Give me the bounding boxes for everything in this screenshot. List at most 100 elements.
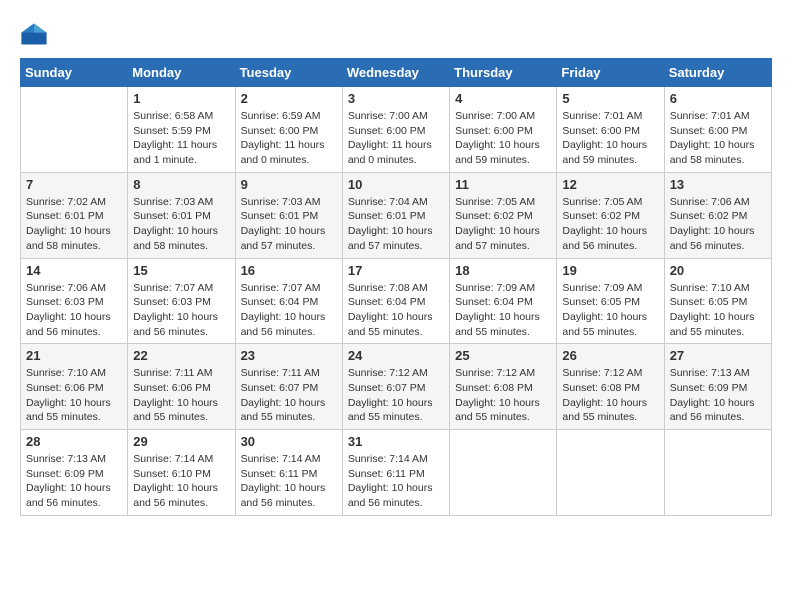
calendar-cell: 10 Sunrise: 7:04 AM Sunset: 6:01 PM Dayli… — [342, 172, 449, 258]
calendar-cell: 3Sunrise: 7:00 AM Sunset: 6:00 PM Daylig… — [342, 87, 449, 173]
day-number: 22 — [133, 348, 229, 363]
day-info: Sunrise: 7:09 AM Sunset: 6:05 PM Dayligh… — [562, 281, 658, 340]
day-info: Sunrise: 7:13 AM Sunset: 6:09 PM Dayligh… — [26, 452, 122, 511]
day-info: Sunrise: 7:13 AM Sunset: 6:09 PM Dayligh… — [670, 366, 766, 425]
calendar-week: 14 Sunrise: 7:06 AM Sunset: 6:03 PM Dayli… — [21, 258, 772, 344]
day-number: 5 — [562, 91, 658, 106]
calendar-cell: 6Sunrise: 7:01 AM Sunset: 6:00 PM Daylig… — [664, 87, 771, 173]
day-number: 30 — [241, 434, 337, 449]
calendar-cell — [450, 430, 557, 516]
calendar-body: 1 Sunrise: 6:58 AM Sunset: 5:59 PM Daylig… — [21, 87, 772, 516]
day-info: Sunrise: 6:59 AM Sunset: 6:00 PM Dayligh… — [241, 109, 337, 168]
calendar-cell: 20 Sunrise: 7:10 AM Sunset: 6:05 PM Dayli… — [664, 258, 771, 344]
day-info: Sunrise: 6:58 AM Sunset: 5:59 PM Dayligh… — [133, 109, 229, 168]
day-number: 2 — [241, 91, 337, 106]
day-info: Sunrise: 7:11 AM Sunset: 6:06 PM Dayligh… — [133, 366, 229, 425]
day-info: Sunrise: 7:12 AM Sunset: 6:07 PM Dayligh… — [348, 366, 444, 425]
calendar-cell — [557, 430, 664, 516]
day-number: 10 — [348, 177, 444, 192]
day-info: Sunrise: 7:04 AM Sunset: 6:01 PM Dayligh… — [348, 195, 444, 254]
calendar-cell: 23 Sunrise: 7:11 AM Sunset: 6:07 PM Dayli… — [235, 344, 342, 430]
day-number: 29 — [133, 434, 229, 449]
day-info: Sunrise: 7:07 AM Sunset: 6:04 PM Dayligh… — [241, 281, 337, 340]
calendar: SundayMondayTuesdayWednesdayThursdayFrid… — [20, 58, 772, 516]
weekday-header: Tuesday — [235, 59, 342, 87]
logo-icon — [20, 20, 48, 48]
calendar-cell: 18 Sunrise: 7:09 AM Sunset: 6:04 PM Dayli… — [450, 258, 557, 344]
day-info: Sunrise: 7:06 AM Sunset: 6:03 PM Dayligh… — [26, 281, 122, 340]
calendar-cell — [21, 87, 128, 173]
day-info: Sunrise: 7:14 AM Sunset: 6:10 PM Dayligh… — [133, 452, 229, 511]
day-info: Sunrise: 7:05 AM Sunset: 6:02 PM Dayligh… — [562, 195, 658, 254]
day-number: 19 — [562, 263, 658, 278]
calendar-cell: 27 Sunrise: 7:13 AM Sunset: 6:09 PM Dayli… — [664, 344, 771, 430]
logo — [20, 20, 52, 48]
day-number: 14 — [26, 263, 122, 278]
calendar-cell: 14 Sunrise: 7:06 AM Sunset: 6:03 PM Dayli… — [21, 258, 128, 344]
calendar-cell: 5 Sunrise: 7:01 AM Sunset: 6:00 PM Daylig… — [557, 87, 664, 173]
weekday-header: Saturday — [664, 59, 771, 87]
day-number: 18 — [455, 263, 551, 278]
calendar-cell: 22 Sunrise: 7:11 AM Sunset: 6:06 PM Dayli… — [128, 344, 235, 430]
day-number: 3 — [348, 91, 444, 106]
day-number: 1 — [133, 91, 229, 106]
calendar-week: 21Sunrise: 7:10 AM Sunset: 6:06 PM Dayli… — [21, 344, 772, 430]
day-info: Sunrise: 7:11 AM Sunset: 6:07 PM Dayligh… — [241, 366, 337, 425]
day-number: 26 — [562, 348, 658, 363]
page-header — [20, 20, 772, 48]
day-number: 25 — [455, 348, 551, 363]
day-number: 23 — [241, 348, 337, 363]
day-number: 20 — [670, 263, 766, 278]
day-number: 12 — [562, 177, 658, 192]
calendar-week: 7Sunrise: 7:02 AM Sunset: 6:01 PM Daylig… — [21, 172, 772, 258]
calendar-cell: 17 Sunrise: 7:08 AM Sunset: 6:04 PM Dayli… — [342, 258, 449, 344]
day-number: 9 — [241, 177, 337, 192]
calendar-cell: 24 Sunrise: 7:12 AM Sunset: 6:07 PM Dayli… — [342, 344, 449, 430]
day-info: Sunrise: 7:08 AM Sunset: 6:04 PM Dayligh… — [348, 281, 444, 340]
day-info: Sunrise: 7:06 AM Sunset: 6:02 PM Dayligh… — [670, 195, 766, 254]
day-number: 8 — [133, 177, 229, 192]
day-number: 31 — [348, 434, 444, 449]
day-info: Sunrise: 7:10 AM Sunset: 6:05 PM Dayligh… — [670, 281, 766, 340]
day-number: 11 — [455, 177, 551, 192]
day-number: 16 — [241, 263, 337, 278]
day-number: 13 — [670, 177, 766, 192]
day-number: 21 — [26, 348, 122, 363]
day-number: 27 — [670, 348, 766, 363]
day-info: Sunrise: 7:09 AM Sunset: 6:04 PM Dayligh… — [455, 281, 551, 340]
day-number: 24 — [348, 348, 444, 363]
calendar-cell — [664, 430, 771, 516]
day-info: Sunrise: 7:12 AM Sunset: 6:08 PM Dayligh… — [562, 366, 658, 425]
calendar-cell: 25 Sunrise: 7:12 AM Sunset: 6:08 PM Dayli… — [450, 344, 557, 430]
day-number: 15 — [133, 263, 229, 278]
calendar-cell: 31 Sunrise: 7:14 AM Sunset: 6:11 PM Dayli… — [342, 430, 449, 516]
day-info: Sunrise: 7:02 AM Sunset: 6:01 PM Dayligh… — [26, 195, 122, 254]
day-number: 28 — [26, 434, 122, 449]
day-info: Sunrise: 7:07 AM Sunset: 6:03 PM Dayligh… — [133, 281, 229, 340]
calendar-cell: 30 Sunrise: 7:14 AM Sunset: 6:11 PM Dayli… — [235, 430, 342, 516]
calendar-cell: 7Sunrise: 7:02 AM Sunset: 6:01 PM Daylig… — [21, 172, 128, 258]
weekday-header: Wednesday — [342, 59, 449, 87]
calendar-cell: 28 Sunrise: 7:13 AM Sunset: 6:09 PM Dayli… — [21, 430, 128, 516]
day-info: Sunrise: 7:01 AM Sunset: 6:00 PM Dayligh… — [670, 109, 766, 168]
calendar-cell: 4 Sunrise: 7:00 AM Sunset: 6:00 PM Daylig… — [450, 87, 557, 173]
day-info: Sunrise: 7:14 AM Sunset: 6:11 PM Dayligh… — [241, 452, 337, 511]
day-info: Sunrise: 7:05 AM Sunset: 6:02 PM Dayligh… — [455, 195, 551, 254]
day-number: 4 — [455, 91, 551, 106]
calendar-cell: 19 Sunrise: 7:09 AM Sunset: 6:05 PM Dayli… — [557, 258, 664, 344]
day-number: 17 — [348, 263, 444, 278]
day-info: Sunrise: 7:01 AM Sunset: 6:00 PM Dayligh… — [562, 109, 658, 168]
weekday-header: Friday — [557, 59, 664, 87]
calendar-week: 1 Sunrise: 6:58 AM Sunset: 5:59 PM Daylig… — [21, 87, 772, 173]
calendar-cell: 16 Sunrise: 7:07 AM Sunset: 6:04 PM Dayli… — [235, 258, 342, 344]
calendar-cell: 2 Sunrise: 6:59 AM Sunset: 6:00 PM Daylig… — [235, 87, 342, 173]
day-info: Sunrise: 7:12 AM Sunset: 6:08 PM Dayligh… — [455, 366, 551, 425]
calendar-cell: 8 Sunrise: 7:03 AM Sunset: 6:01 PM Daylig… — [128, 172, 235, 258]
day-info: Sunrise: 7:03 AM Sunset: 6:01 PM Dayligh… — [133, 195, 229, 254]
calendar-cell: 13 Sunrise: 7:06 AM Sunset: 6:02 PM Dayli… — [664, 172, 771, 258]
day-info: Sunrise: 7:14 AM Sunset: 6:11 PM Dayligh… — [348, 452, 444, 511]
calendar-week: 28 Sunrise: 7:13 AM Sunset: 6:09 PM Dayli… — [21, 430, 772, 516]
calendar-cell: 12 Sunrise: 7:05 AM Sunset: 6:02 PM Dayli… — [557, 172, 664, 258]
day-info: Sunrise: 7:03 AM Sunset: 6:01 PM Dayligh… — [241, 195, 337, 254]
day-info: Sunrise: 7:00 AM Sunset: 6:00 PM Dayligh… — [455, 109, 551, 168]
